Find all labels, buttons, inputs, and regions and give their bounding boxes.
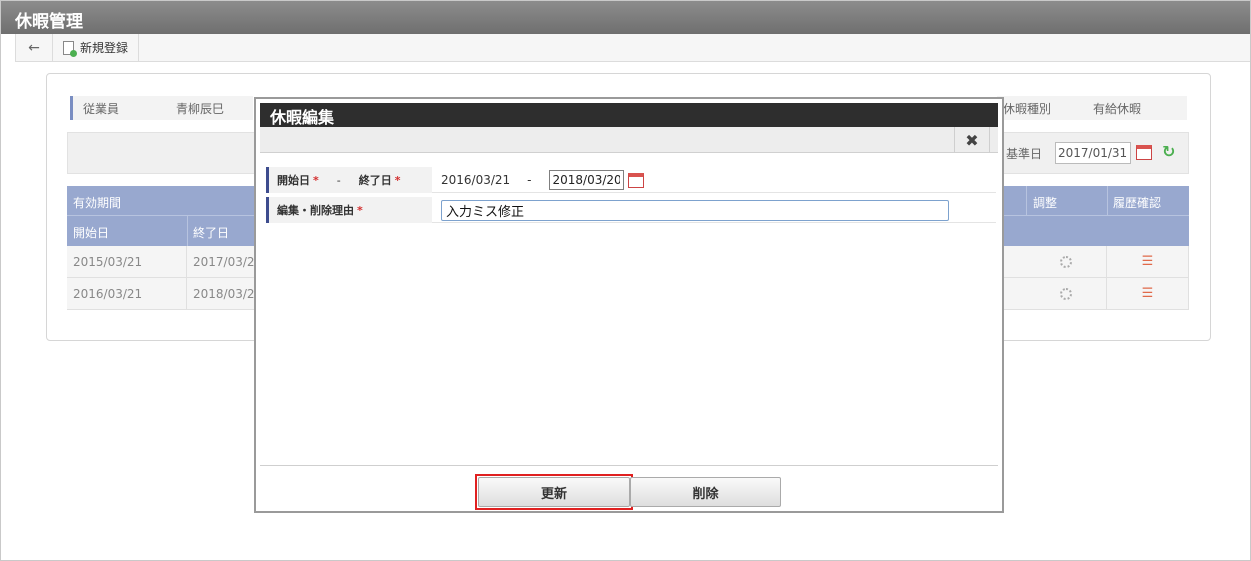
leave-edit-dialog: 休暇編集 ✖ 開始日* - 終了日* 2016/03/21 - 編集・削除理由*…	[254, 97, 1004, 513]
dialog-title: 休暇編集	[260, 103, 998, 127]
dialog-toolbar: ✖	[260, 127, 998, 153]
delete-button[interactable]: 削除	[630, 477, 781, 507]
reason-label-text: 編集・削除理由	[277, 204, 354, 217]
calendar-icon[interactable]	[627, 172, 644, 188]
reason-label: 編集・削除理由 *	[266, 197, 432, 223]
date-sep: -	[527, 173, 532, 187]
calendar-icon[interactable]	[1136, 145, 1152, 160]
row-start: 2015/03/21	[67, 246, 187, 277]
employee-info: 従業員 青柳辰巳	[70, 96, 253, 120]
end-label: 終了日	[358, 174, 392, 187]
refresh-icon[interactable]: ↻	[1162, 142, 1175, 161]
column-end-header: 終了日	[193, 226, 230, 240]
base-date-input[interactable]: 2017/01/31	[1055, 142, 1131, 164]
back-button[interactable]: ←	[15, 33, 53, 62]
list-icon[interactable]: ☰	[1142, 287, 1154, 300]
employee-value: 青柳辰巳	[176, 101, 225, 116]
app-title: 休暇管理	[1, 1, 1250, 34]
period-values: 2016/03/21 -	[441, 167, 644, 193]
period-label: 開始日 * - 終了日 *	[266, 167, 432, 193]
arrow-left-icon: ←	[28, 39, 40, 56]
gear-icon[interactable]	[1060, 287, 1072, 300]
end-date-input[interactable]	[548, 170, 624, 190]
new-register-label: 新規登録	[80, 41, 129, 55]
column-start-header: 開始日	[73, 226, 110, 240]
dialog-footer-divider	[260, 465, 998, 466]
period-sep: -	[336, 173, 341, 187]
leave-type-value: 有給休暇	[1093, 101, 1142, 116]
close-icon: ✖	[965, 130, 979, 150]
period-row: 開始日 * - 終了日 * 2016/03/21 -	[266, 167, 996, 193]
close-button[interactable]: ✖	[954, 127, 990, 153]
new-document-icon	[63, 40, 77, 57]
start-date-value: 2016/03/21	[441, 173, 511, 187]
group-header: 有効期間	[73, 196, 122, 210]
list-icon[interactable]: ☰	[1142, 255, 1154, 268]
row-end: 2018/03/20	[187, 278, 262, 309]
new-register-button[interactable]: 新規登録	[53, 33, 140, 62]
toolbar: ← 新規登録	[15, 33, 1250, 62]
gear-icon[interactable]	[1060, 255, 1072, 268]
base-date-label: 基準日	[1006, 147, 1043, 161]
leave-type-info: 休暇種別 有給休暇	[997, 96, 1187, 120]
update-button[interactable]: 更新	[478, 477, 630, 507]
reason-value	[441, 197, 949, 223]
start-label: 開始日	[277, 174, 310, 187]
history-header: 履歴確認	[1113, 196, 1162, 210]
reason-input[interactable]	[441, 199, 949, 221]
leave-type-label: 休暇種別	[1003, 101, 1052, 116]
reason-row: 編集・削除理由 *	[266, 197, 996, 223]
employee-label: 従業員	[70, 96, 170, 120]
adjust-header: 調整	[1033, 196, 1058, 210]
row-end: 2017/03/20	[187, 246, 262, 277]
row-start: 2016/03/21	[67, 278, 187, 309]
